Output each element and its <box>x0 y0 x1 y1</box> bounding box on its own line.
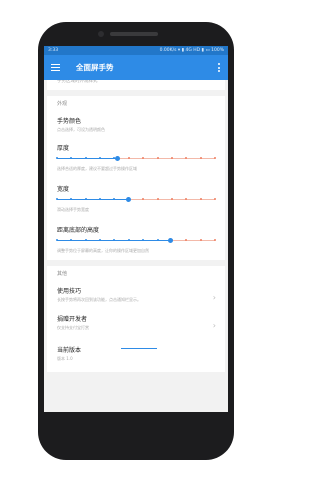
width-slider[interactable] <box>56 195 216 205</box>
setting-title: 距离底部的高度 <box>57 227 100 234</box>
slider-fill <box>57 199 129 201</box>
app-bar: 全面屏手势 <box>44 55 228 80</box>
slider-thumb[interactable] <box>114 155 120 161</box>
setting-bottom-height: 距离底部的高度 调整手势位于屏幕的高度，让你的操作区域更加自然 <box>47 217 225 260</box>
other-card: 其他 使用技巧 长按手势将再次回到该功能，点击通知栏显示。 › 捐赠开发者 仅支… <box>47 266 225 372</box>
setting-title: 宽度 <box>57 186 70 193</box>
more-options-icon[interactable] <box>218 63 220 74</box>
setting-title: 使用技巧 <box>57 288 82 295</box>
slider-tick <box>84 157 87 159</box>
slider-thumb[interactable] <box>168 237 174 243</box>
chevron-right-icon: › <box>212 321 216 330</box>
screen: 3:33 0.00K/s ▾ ▮ 4G HD ▮ ▭ 100% 全面屏手势 手势… <box>44 46 228 412</box>
slider-tick <box>56 157 58 159</box>
setting-width: 宽度 滑动选择手势宽度 <box>47 176 225 217</box>
thickness-slider[interactable] <box>56 154 216 164</box>
slider-tick <box>170 198 173 200</box>
slider-tick <box>214 239 216 241</box>
setting-thickness: 厚度 选择合适的厚度，建议不要超过手势操作区域 <box>47 137 225 176</box>
slider-tick <box>170 157 173 159</box>
bottom-height-slider[interactable] <box>56 236 216 246</box>
setting-gesture-color[interactable]: 手势颜色 点击选择，可设为透明颜色 <box>47 113 225 137</box>
slider-tick <box>127 239 130 241</box>
setting-donate[interactable]: 捐赠开发者 仅支持支付宝打赏 › <box>47 311 225 339</box>
slider-tick <box>214 198 216 200</box>
status-bar: 3:33 0.00K/s ▾ ▮ 4G HD ▮ ▭ 100% <box>44 46 228 55</box>
status-indicators: 0.00K/s ▾ ▮ 4G HD ▮ ▭ 100% <box>159 48 224 53</box>
setting-title: 捐赠开发者 <box>57 316 88 323</box>
slider-tick <box>199 239 202 241</box>
slider-tick <box>56 239 58 241</box>
setting-subtitle: 长按手势将再次回到该功能，点击通知栏显示。 <box>57 297 141 302</box>
earpiece-speaker <box>110 32 158 36</box>
slider-tick <box>199 198 202 200</box>
slider-tick <box>84 239 87 241</box>
clipped-item-text: 手势区域的外观样式 <box>57 80 98 84</box>
settings-list[interactable]: 手势区域的外观样式 外观 手势颜色 点击选择，可设为透明颜色 厚度 选择合适的厚… <box>44 80 228 412</box>
setting-subtitle: 调整手势位于屏幕的高度，让你的操作区域更加自然 <box>57 248 149 253</box>
setting-subtitle: 版本 1.0 <box>57 356 73 361</box>
slider-tick <box>56 198 58 200</box>
setting-subtitle: 点击选择，可设为透明颜色 <box>57 127 105 132</box>
setting-title: 厚度 <box>57 145 70 152</box>
slider-tick <box>127 157 130 159</box>
section-header-appearance: 外观 <box>57 101 68 107</box>
page-title: 全面屏手势 <box>76 63 114 72</box>
slider-tick <box>214 157 216 159</box>
slider-tick <box>156 198 159 200</box>
setting-title: 当前版本 <box>57 347 82 354</box>
setting-subtitle: 滑动选择手势宽度 <box>57 207 89 212</box>
status-time: 3:33 <box>48 48 59 53</box>
appearance-card: 外观 手势颜色 点击选择，可设为透明颜色 厚度 选择合适的厚度，建议不要超过手势… <box>47 96 225 260</box>
phone-bottom-bezel <box>44 412 228 427</box>
slider-tick <box>199 157 202 159</box>
setting-usage-tips[interactable]: 使用技巧 长按手势将再次回到该功能，点击通知栏显示。 › <box>47 283 225 311</box>
chevron-right-icon: › <box>212 293 216 302</box>
slider-tick <box>156 239 159 241</box>
setting-subtitle: 仅支持支付宝打赏 <box>57 325 89 330</box>
menu-icon[interactable] <box>51 64 60 72</box>
slider-tick <box>84 198 87 200</box>
slider-fill <box>57 158 118 160</box>
slider-thumb[interactable] <box>125 196 131 202</box>
setting-version: 当前版本 版本 1.0 <box>47 339 225 372</box>
slider-tick <box>156 157 159 159</box>
front-camera <box>98 31 104 37</box>
section-header-other: 其他 <box>57 271 68 277</box>
setting-subtitle: 选择合适的厚度，建议不要超过手势操作区域 <box>57 166 137 171</box>
setting-title: 手势颜色 <box>57 118 82 125</box>
